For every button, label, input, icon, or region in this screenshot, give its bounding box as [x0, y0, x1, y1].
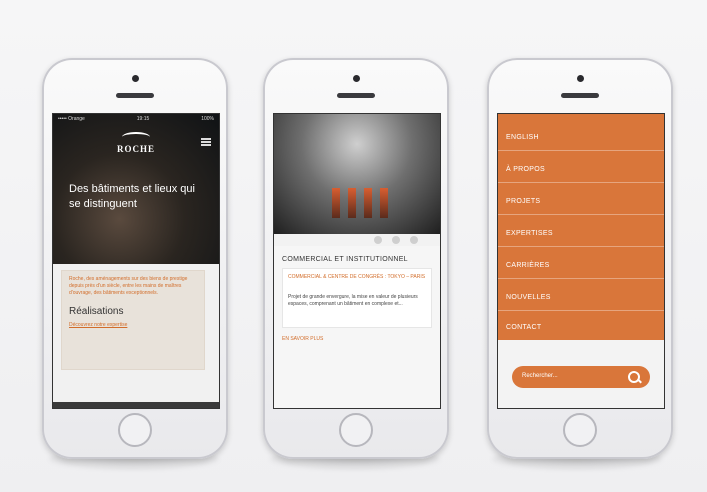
project-description: Projet de grande envergure, la mise en v…	[288, 294, 418, 307]
speaker-grill	[337, 93, 375, 98]
speaker-grill	[116, 93, 154, 98]
menu-separator	[498, 246, 664, 247]
menu-separator	[498, 150, 664, 151]
brand-swirl-icon	[122, 132, 150, 142]
navigation-menu: ENGLISH À PROPOS PROJETS EXPERTISES CARR…	[498, 114, 664, 340]
menu-separator	[498, 182, 664, 183]
camera-dot	[132, 75, 139, 82]
status-battery: 100%	[201, 116, 214, 122]
menu-item-nouvelles[interactable]: NOUVELLES	[506, 294, 551, 301]
speaker-grill	[561, 93, 599, 98]
home-button[interactable]	[563, 413, 597, 447]
camera-dot	[353, 75, 360, 82]
bottom-image-strip	[53, 402, 219, 408]
menu-item-carrieres[interactable]: CARRIÈRES	[506, 262, 550, 269]
read-more-link[interactable]: EN SAVOIR PLUS	[282, 336, 323, 342]
phone-1-screen: ••••• Orange 19:15 100% ROCHE Des bâtime…	[52, 113, 220, 409]
intro-text: Roche, des aménagements sur des biens de…	[69, 276, 188, 296]
interior-panel	[332, 188, 340, 218]
hero-title: Des bâtiments et lieux qui se distinguen…	[69, 183, 195, 210]
phone-3-screen: ENGLISH À PROPOS PROJETS EXPERTISES CARR…	[497, 113, 665, 409]
project-content: COMMERCIAL ET INSTITUTIONNEL COMMERCIAL …	[274, 246, 440, 408]
phone-1: ••••• Orange 19:15 100% ROCHE Des bâtime…	[42, 58, 228, 459]
brand-name: ROCHE	[116, 144, 155, 154]
intro-card: Roche, des aménagements sur des biens de…	[61, 270, 205, 370]
section-title: COMMERCIAL ET INSTITUTIONNEL	[282, 256, 408, 263]
phone-2-screen: COMMERCIAL ET INSTITUTIONNEL COMMERCIAL …	[273, 113, 441, 409]
brand-logo[interactable]: ROCHE	[108, 132, 164, 154]
showcase-stage: ••••• Orange 19:15 100% ROCHE Des bâtime…	[0, 0, 707, 492]
intro-link[interactable]: Découvrez notre expertise	[69, 322, 127, 328]
search-placeholder: Rechercher...	[522, 373, 558, 379]
home-button[interactable]	[118, 413, 152, 447]
phone-3: ENGLISH À PROPOS PROJETS EXPERTISES CARR…	[487, 58, 673, 459]
menu-item-expertises[interactable]: EXPERTISES	[506, 230, 553, 237]
status-bar: ••••• Orange 19:15 100%	[53, 114, 219, 124]
carousel-dot[interactable]	[392, 236, 400, 244]
search-area: Rechercher...	[498, 340, 664, 408]
menu-separator	[498, 278, 664, 279]
menu-item-english[interactable]: ENGLISH	[506, 134, 539, 141]
camera-dot	[577, 75, 584, 82]
carousel-controls	[274, 234, 440, 246]
interior-panel	[348, 188, 356, 218]
hamburger-menu-icon[interactable]	[201, 138, 211, 146]
project-card: COMMERCIAL & CENTRE DE CONGRÈS : TOKYO –…	[282, 268, 432, 328]
project-link[interactable]: COMMERCIAL & CENTRE DE CONGRÈS : TOKYO –…	[288, 274, 426, 281]
menu-item-a-propos[interactable]: À PROPOS	[506, 166, 545, 173]
phone-2: COMMERCIAL ET INSTITUTIONNEL COMMERCIAL …	[263, 58, 449, 459]
menu-separator	[498, 310, 664, 311]
status-time: 19:15	[136, 116, 150, 122]
content-area: Roche, des aménagements sur des biens de…	[53, 264, 219, 408]
interior-panel	[364, 188, 372, 218]
project-image	[274, 114, 440, 234]
interior-panel	[380, 188, 388, 218]
menu-item-projets[interactable]: PROJETS	[506, 198, 540, 205]
carousel-dot[interactable]	[410, 236, 418, 244]
carousel-dot[interactable]	[374, 236, 382, 244]
search-icon[interactable]	[628, 371, 640, 383]
home-button[interactable]	[339, 413, 373, 447]
section-title-realisations: Réalisations	[69, 306, 124, 317]
status-carrier: ••••• Orange	[58, 116, 85, 122]
menu-separator	[498, 214, 664, 215]
search-bar[interactable]: Rechercher...	[512, 366, 650, 388]
menu-item-contact[interactable]: CONTACT	[506, 324, 541, 331]
